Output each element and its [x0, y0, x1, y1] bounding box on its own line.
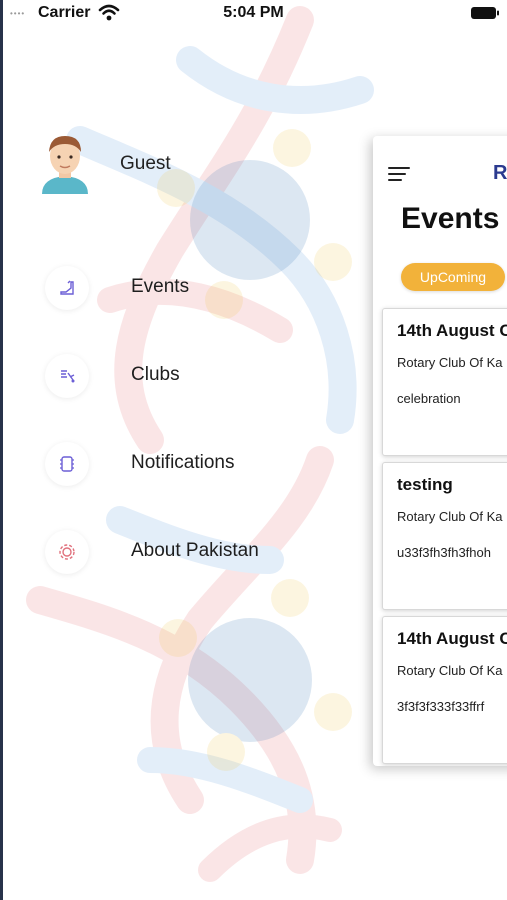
- event-card[interactable]: 14th August C Rotary Club Of Ka celebrat…: [382, 308, 507, 456]
- events-icon: [60, 280, 74, 295]
- event-description: celebration: [397, 391, 461, 406]
- screen-edge: [0, 0, 3, 900]
- user-name: Guest: [120, 153, 171, 174]
- event-title: 14th August C: [397, 629, 507, 648]
- menu-icon-container: [45, 354, 89, 398]
- event-card[interactable]: testing Rotary Club Of Ka u33f3fh3fh3fho…: [382, 462, 507, 610]
- events-screen-preview[interactable]: R Events UpComing 14th August C Rotary C…: [373, 136, 507, 766]
- clock: 5:04 PM: [223, 4, 284, 21]
- menu-icon-container: [45, 266, 89, 310]
- event-title: 14th August C: [397, 321, 507, 340]
- clubs-icon: [61, 370, 75, 383]
- menu-item-clubs[interactable]: Clubs: [40, 354, 330, 404]
- status-bar: •••• Carrier 5:04 PM: [0, 0, 507, 28]
- about-icon: [59, 544, 75, 560]
- menu-label-events: Events: [131, 276, 190, 297]
- menu-item-about-pakistan[interactable]: About Pakistan: [40, 530, 330, 580]
- page-title: Events: [401, 202, 500, 235]
- hamburger-menu-icon[interactable]: [387, 164, 411, 184]
- event-description: 3f3f3f333f33ffrf: [397, 699, 485, 714]
- event-title: testing: [397, 475, 453, 494]
- event-club: Rotary Club Of Ka: [397, 355, 503, 370]
- tab-upcoming[interactable]: UpComing: [401, 263, 505, 291]
- menu-item-notifications[interactable]: Notifications: [40, 442, 330, 492]
- menu-icon-container: [45, 530, 89, 574]
- avatar[interactable]: [38, 130, 92, 194]
- battery-icon: [471, 7, 499, 19]
- app-screen: •••• Carrier 5:04 PM Guest Events Clubs …: [0, 0, 507, 900]
- menu-label-about-pakistan: About Pakistan: [131, 540, 259, 561]
- notifications-icon: [60, 456, 74, 472]
- menu-icon-container: [45, 442, 89, 486]
- menu-item-events[interactable]: Events: [40, 266, 330, 316]
- event-club: Rotary Club Of Ka: [397, 509, 503, 524]
- menu-label-notifications: Notifications: [131, 452, 235, 473]
- event-card[interactable]: 14th August C Rotary Club Of Ka 3f3f3f33…: [382, 616, 507, 764]
- event-description: u33f3fh3fh3fhoh: [397, 545, 491, 560]
- app-title: R: [493, 162, 507, 184]
- menu-label-clubs: Clubs: [131, 364, 180, 385]
- event-club: Rotary Club Of Ka: [397, 663, 503, 678]
